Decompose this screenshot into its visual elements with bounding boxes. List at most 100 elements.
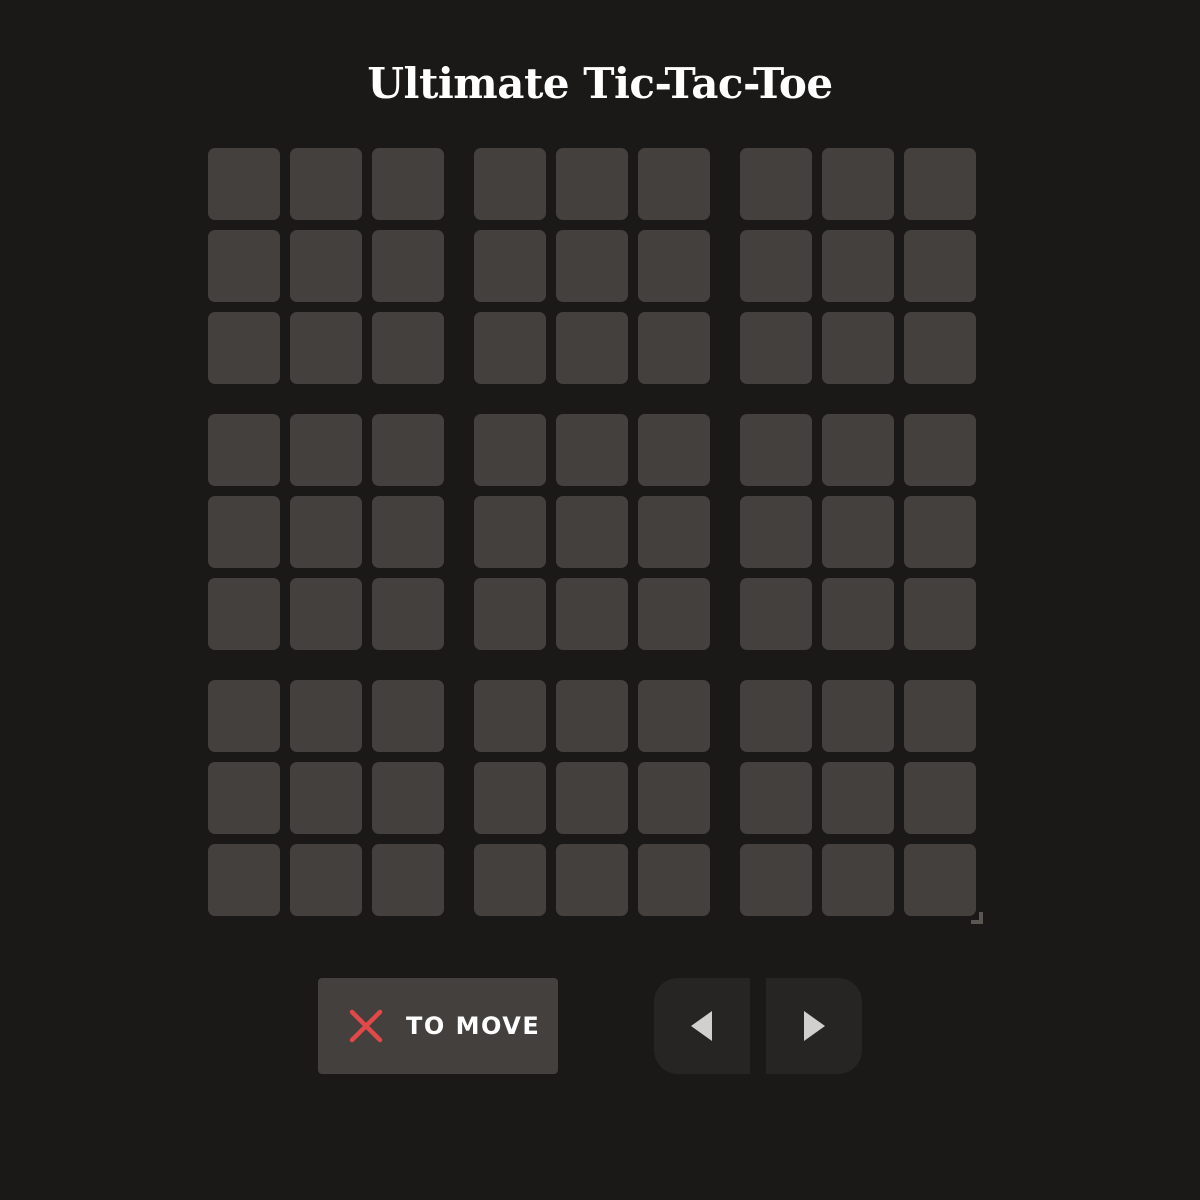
board-cell[interactable]: [638, 844, 710, 916]
board-cell[interactable]: [904, 230, 976, 302]
board-cell[interactable]: [474, 312, 546, 384]
board-cell[interactable]: [904, 680, 976, 752]
sub-board: [208, 680, 444, 916]
board-cell[interactable]: [740, 496, 812, 568]
board-cell[interactable]: [904, 496, 976, 568]
board-cell[interactable]: [904, 312, 976, 384]
board-cell[interactable]: [474, 680, 546, 752]
board-cell[interactable]: [372, 148, 444, 220]
board-cell[interactable]: [638, 680, 710, 752]
board-cell[interactable]: [556, 414, 628, 486]
board-cell[interactable]: [372, 578, 444, 650]
previous-move-button[interactable]: [654, 978, 750, 1074]
board-cell[interactable]: [740, 844, 812, 916]
triangle-left-icon: [691, 1011, 712, 1041]
board-cell[interactable]: [208, 578, 280, 650]
sub-board: [740, 414, 976, 650]
triangle-right-icon: [804, 1011, 825, 1041]
board-cell[interactable]: [822, 496, 894, 568]
board-cell[interactable]: [208, 680, 280, 752]
sub-board: [740, 680, 976, 916]
board-cell[interactable]: [556, 844, 628, 916]
board-cell[interactable]: [372, 844, 444, 916]
board-cell[interactable]: [638, 312, 710, 384]
board-cell[interactable]: [822, 680, 894, 752]
board-cell[interactable]: [290, 578, 362, 650]
board-cell[interactable]: [740, 312, 812, 384]
board-cell[interactable]: [556, 230, 628, 302]
board-cell[interactable]: [556, 762, 628, 834]
board-cell[interactable]: [822, 844, 894, 916]
board-cell[interactable]: [904, 414, 976, 486]
board-cell[interactable]: [740, 148, 812, 220]
turn-indicator: TO MOVE: [318, 978, 558, 1074]
board-cell[interactable]: [208, 148, 280, 220]
board-cell[interactable]: [372, 496, 444, 568]
next-move-button[interactable]: [766, 978, 862, 1074]
turn-status-text: TO MOVE: [406, 1012, 541, 1040]
board-cell[interactable]: [740, 230, 812, 302]
board-cell[interactable]: [372, 230, 444, 302]
board-cell[interactable]: [556, 578, 628, 650]
board-cell[interactable]: [904, 844, 976, 916]
board-cell[interactable]: [474, 230, 546, 302]
board-cell[interactable]: [822, 414, 894, 486]
sub-board: [474, 414, 710, 650]
board-cell[interactable]: [372, 414, 444, 486]
board-cell[interactable]: [556, 312, 628, 384]
board-cell[interactable]: [290, 496, 362, 568]
x-icon: [349, 1009, 383, 1043]
sub-board: [474, 680, 710, 916]
board-cell[interactable]: [638, 148, 710, 220]
board-cell[interactable]: [290, 148, 362, 220]
board-cell[interactable]: [208, 496, 280, 568]
board-cell[interactable]: [638, 578, 710, 650]
board-cell[interactable]: [290, 680, 362, 752]
board-cell[interactable]: [290, 762, 362, 834]
sub-board: [740, 148, 976, 384]
board-cell[interactable]: [556, 680, 628, 752]
board-cell[interactable]: [474, 844, 546, 916]
board-cell[interactable]: [372, 762, 444, 834]
board-cell[interactable]: [208, 414, 280, 486]
board-cell[interactable]: [474, 496, 546, 568]
page-title: Ultimate Tic-Tac-Toe: [367, 59, 833, 109]
board-cell[interactable]: [290, 312, 362, 384]
board-cell[interactable]: [740, 680, 812, 752]
board-cell[interactable]: [208, 312, 280, 384]
board-cell[interactable]: [290, 230, 362, 302]
board-cell[interactable]: [474, 148, 546, 220]
board-cell[interactable]: [290, 844, 362, 916]
board-cell[interactable]: [822, 230, 894, 302]
sub-board: [208, 414, 444, 650]
board-cell[interactable]: [740, 578, 812, 650]
board-cell[interactable]: [638, 230, 710, 302]
board-cell[interactable]: [904, 762, 976, 834]
board-cell[interactable]: [372, 680, 444, 752]
board-cell[interactable]: [740, 414, 812, 486]
board-cell[interactable]: [822, 148, 894, 220]
board-cell[interactable]: [290, 414, 362, 486]
board-cell[interactable]: [904, 148, 976, 220]
board-cell[interactable]: [822, 312, 894, 384]
board-cell[interactable]: [740, 762, 812, 834]
board-cell[interactable]: [638, 414, 710, 486]
board-cell[interactable]: [556, 148, 628, 220]
sub-board: [474, 148, 710, 384]
board-cell[interactable]: [904, 578, 976, 650]
board-cell[interactable]: [474, 762, 546, 834]
board-cell[interactable]: [474, 414, 546, 486]
board-cell[interactable]: [556, 496, 628, 568]
game-board: [208, 148, 976, 916]
sub-board: [208, 148, 444, 384]
board-cell[interactable]: [208, 230, 280, 302]
board-cell[interactable]: [208, 844, 280, 916]
board-cell[interactable]: [474, 578, 546, 650]
board-cell[interactable]: [822, 762, 894, 834]
board-cell[interactable]: [372, 312, 444, 384]
board-cell[interactable]: [638, 496, 710, 568]
board-cell[interactable]: [822, 578, 894, 650]
board-cell[interactable]: [208, 762, 280, 834]
corner-mark-icon: [971, 912, 983, 924]
board-cell[interactable]: [638, 762, 710, 834]
